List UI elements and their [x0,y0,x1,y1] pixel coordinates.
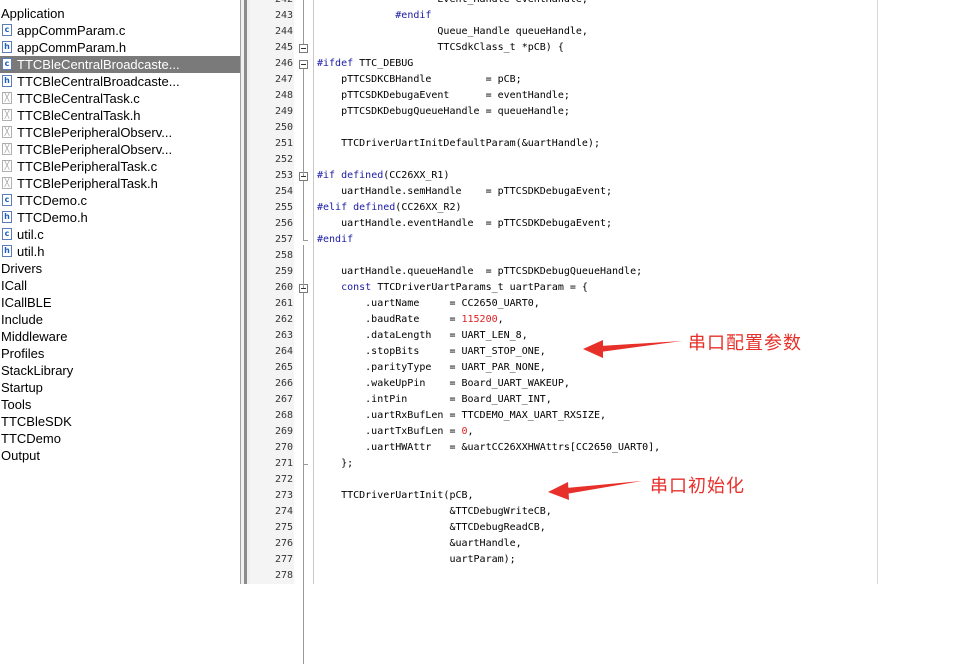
arrow-shaft-uart-config [600,341,682,352]
arrow-uart-config [583,340,682,358]
arrow-uart-init [548,481,642,500]
arrow-shaft-uart-init [566,481,642,494]
annotation-arrows [548,340,682,500]
arrow-head-uart-init [548,482,569,500]
annotation-uart-config: 串口配置参数 [688,333,802,354]
arrow-head-uart-config [583,340,603,358]
annotation-uart-init: 串口初始化 [650,476,745,497]
